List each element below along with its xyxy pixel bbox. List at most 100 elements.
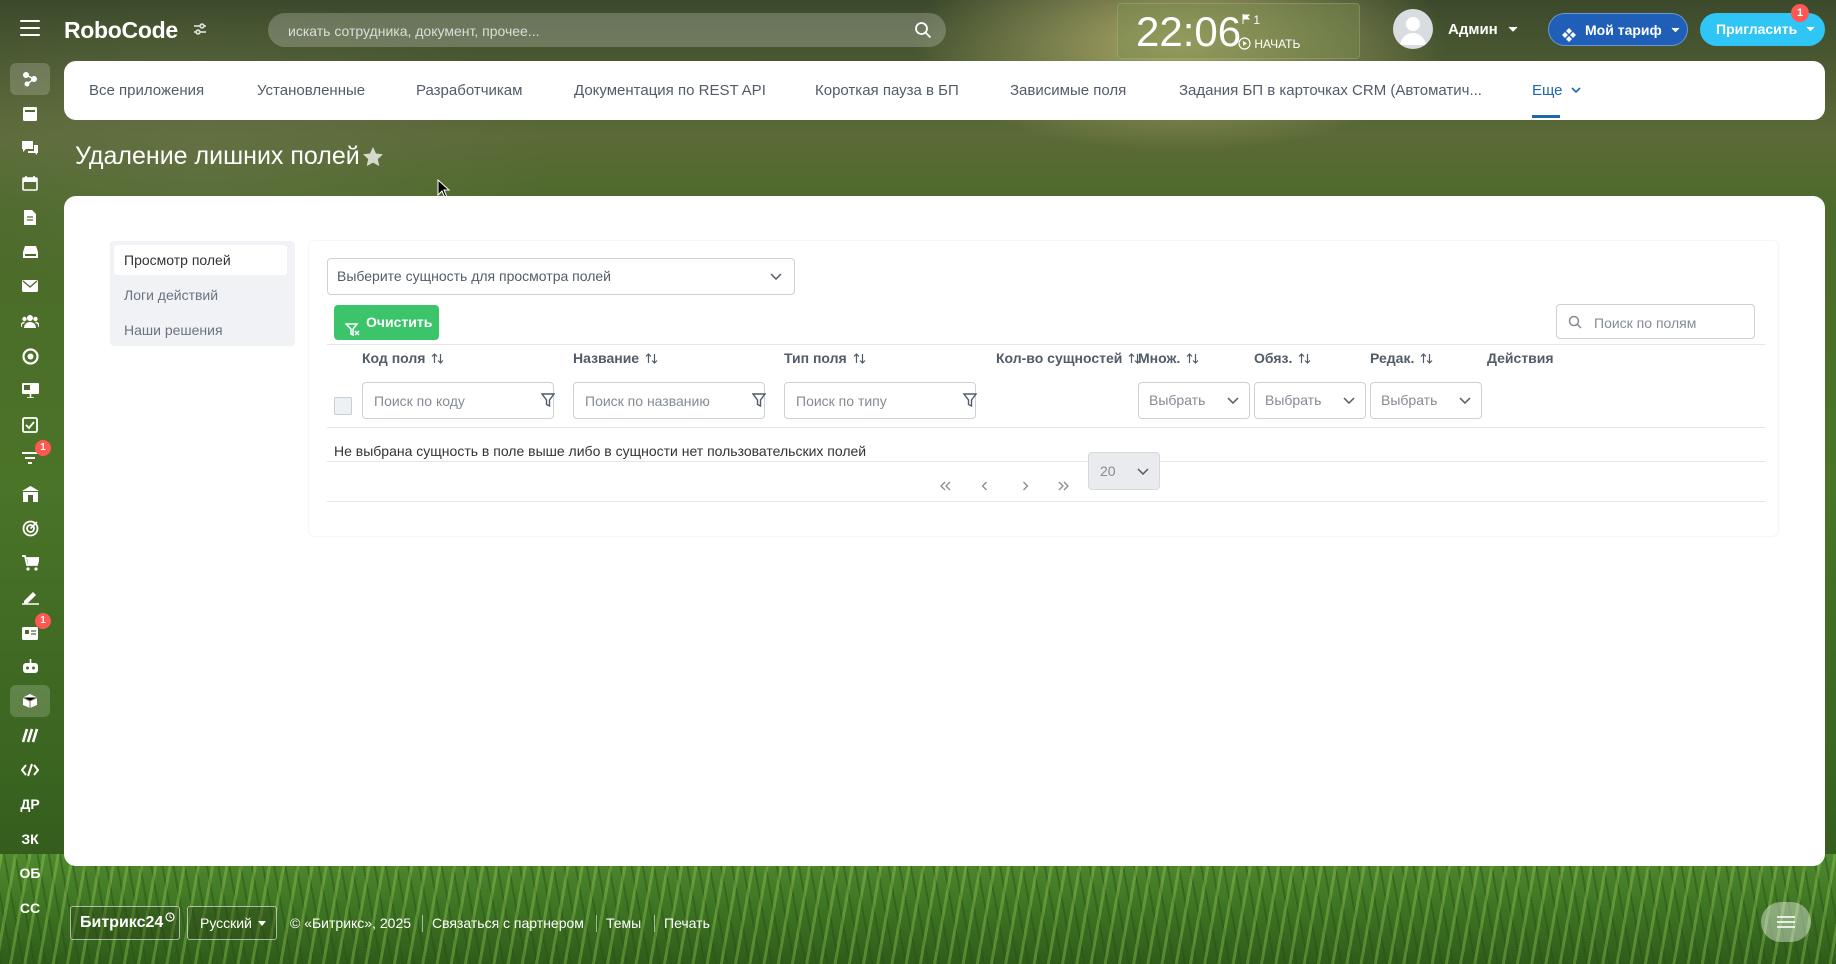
nav-item-developers[interactable]: Разработчикам xyxy=(416,82,522,99)
filter-funnel-icon[interactable] xyxy=(751,393,767,411)
app-logo[interactable]: RoboCode xyxy=(64,17,178,44)
menu-item-our-solutions[interactable]: Наши решения xyxy=(114,315,287,345)
sidebar-item-stripes[interactable] xyxy=(10,719,50,751)
entity-select[interactable]: Выберите сущность для просмотра полей xyxy=(327,258,795,295)
sidebar-item-inbox[interactable]: 1 xyxy=(10,613,51,648)
filter-funnel-icon[interactable] xyxy=(962,393,978,411)
nav-item-more[interactable]: Еще xyxy=(1532,82,1581,99)
sign-icon xyxy=(21,591,39,605)
sort-icon xyxy=(1186,353,1199,364)
sidebar-item-target[interactable] xyxy=(10,512,50,544)
sidebar-item-tasks[interactable] xyxy=(10,409,50,441)
nav-item-rest-docs[interactable]: Документация по REST API xyxy=(574,82,766,99)
sidebar-item-code[interactable] xyxy=(10,754,50,786)
nav-item-bp-tasks[interactable]: Задания БП в карточках CRM (Автоматич... xyxy=(1179,82,1482,99)
column-header-code[interactable]: Код поля xyxy=(362,350,444,366)
column-header-multiple[interactable]: Множ. xyxy=(1138,350,1199,366)
pager-last-icon[interactable] xyxy=(1052,474,1076,498)
sidebar-item-funnel[interactable]: 1 xyxy=(10,440,51,475)
sidebar-item-crm[interactable] xyxy=(10,340,50,372)
sidebar-item-chat[interactable] xyxy=(10,132,50,164)
footer-link-themes[interactable]: Темы xyxy=(606,915,641,931)
user-name[interactable]: Админ xyxy=(1448,21,1518,38)
code-filter[interactable] xyxy=(362,382,554,419)
my-tariff-button[interactable]: Мой тариф xyxy=(1548,13,1688,46)
chevron-down-icon xyxy=(1227,397,1239,404)
search-icon[interactable] xyxy=(914,21,932,42)
sidebar-item-feed[interactable] xyxy=(10,98,50,130)
footer-link-print[interactable]: Печать xyxy=(664,915,710,931)
column-header-required[interactable]: Обяз. xyxy=(1254,350,1311,366)
editable-filter-select[interactable]: Выбрать xyxy=(1370,382,1482,419)
favorite-star-icon[interactable] xyxy=(362,146,384,170)
global-search[interactable] xyxy=(268,13,946,49)
select-all-checkbox[interactable] xyxy=(334,397,352,415)
sidebar-item-ob[interactable]: ОБ xyxy=(10,857,50,889)
pager-prev-icon[interactable] xyxy=(972,474,996,498)
feed-icon xyxy=(23,107,37,121)
nav-item-short-pause[interactable]: Короткая пауза в БП xyxy=(815,82,959,99)
menu-item-action-logs[interactable]: Логи действий xyxy=(114,280,287,310)
sidebar-item-drive[interactable] xyxy=(10,236,50,268)
sidebar-item-zk[interactable]: ЗК xyxy=(10,823,50,855)
sidebar-item-documents[interactable] xyxy=(10,201,50,233)
filter-funnel-icon[interactable] xyxy=(540,393,556,411)
apps-nav-bar: Все приложения Установленные Разработчик… xyxy=(64,61,1825,120)
sidebar-item-company[interactable] xyxy=(10,478,50,510)
robot-icon xyxy=(22,659,38,673)
code-filter-input[interactable] xyxy=(363,383,553,418)
page-size-select[interactable]: 20 xyxy=(1088,452,1160,490)
sidebar-item-sign[interactable] xyxy=(10,581,50,613)
avatar[interactable] xyxy=(1393,9,1433,49)
fields-search[interactable] xyxy=(1556,304,1755,340)
sidebar-item-dr[interactable]: ДР xyxy=(10,788,50,820)
sidebar-item-groups[interactable] xyxy=(10,305,50,337)
type-filter[interactable] xyxy=(784,382,976,419)
multiple-filter-select[interactable]: Выбрать xyxy=(1138,382,1250,419)
fields-search-input[interactable] xyxy=(1592,305,1751,340)
sidebar-item-robot[interactable] xyxy=(10,650,50,682)
sidebar-item-mail[interactable] xyxy=(10,270,50,302)
workday-clock[interactable]: 22:06 1 НАЧАТЬ xyxy=(1117,3,1360,59)
sidebar-item-sites[interactable] xyxy=(10,374,50,406)
required-filter-select[interactable]: Выбрать xyxy=(1254,382,1366,419)
start-workday-button[interactable]: НАЧАТЬ xyxy=(1238,37,1300,51)
sidebar-item-connections[interactable] xyxy=(10,63,50,95)
column-header-entity-count[interactable]: Кол-во сущностей xyxy=(996,350,1141,366)
footer-copyright: © «Битрикс», 2025 xyxy=(290,915,412,931)
sidebar-item-ss[interactable]: СС xyxy=(10,892,50,924)
language-select[interactable]: Русский xyxy=(187,906,277,940)
nav-item-dependent-fields[interactable]: Зависимые поля xyxy=(1010,82,1126,99)
chevron-down-icon xyxy=(1343,397,1355,404)
name-filter-input[interactable] xyxy=(574,383,764,418)
chevron-down-icon xyxy=(1459,397,1471,404)
menu-item-view-fields[interactable]: Просмотр полей xyxy=(114,245,287,275)
nav-item-all-apps[interactable]: Все приложения xyxy=(89,82,204,99)
footer-link-partner[interactable]: Связаться с партнером xyxy=(432,915,584,931)
sidebar-item-cart[interactable] xyxy=(10,547,50,579)
menu-hamburger-icon[interactable] xyxy=(20,20,40,36)
logo-settings-icon[interactable] xyxy=(193,22,207,39)
nav-item-installed[interactable]: Установленные xyxy=(257,82,365,99)
column-header-name[interactable]: Название xyxy=(573,350,658,366)
chat-widget-icon[interactable] xyxy=(1761,902,1811,942)
page-title: Удаление лишних полей xyxy=(75,142,360,170)
play-icon xyxy=(1238,37,1251,50)
column-header-actions: Действия xyxy=(1487,350,1554,366)
documents-icon xyxy=(24,209,36,225)
pager-next-icon[interactable] xyxy=(1013,474,1037,498)
sort-icon xyxy=(645,353,658,364)
tasks-icon xyxy=(22,417,38,433)
column-header-type[interactable]: Тип поля xyxy=(784,350,866,366)
invite-badge: 1 xyxy=(1791,4,1809,22)
bitrix24-brand-button[interactable]: Битрикс24 xyxy=(70,906,180,940)
column-header-editable[interactable]: Редак. xyxy=(1370,350,1433,366)
empty-table-message: Не выбрана сущность в поле выше либо в с… xyxy=(334,443,867,459)
sidebar-item-box[interactable] xyxy=(10,685,50,717)
sidebar-item-calendar[interactable] xyxy=(10,167,50,199)
type-filter-input[interactable] xyxy=(785,383,975,418)
name-filter[interactable] xyxy=(573,382,765,419)
clear-button[interactable]: Очистить xyxy=(334,305,439,340)
pager-first-icon[interactable] xyxy=(933,474,957,498)
global-search-input[interactable] xyxy=(286,13,902,49)
